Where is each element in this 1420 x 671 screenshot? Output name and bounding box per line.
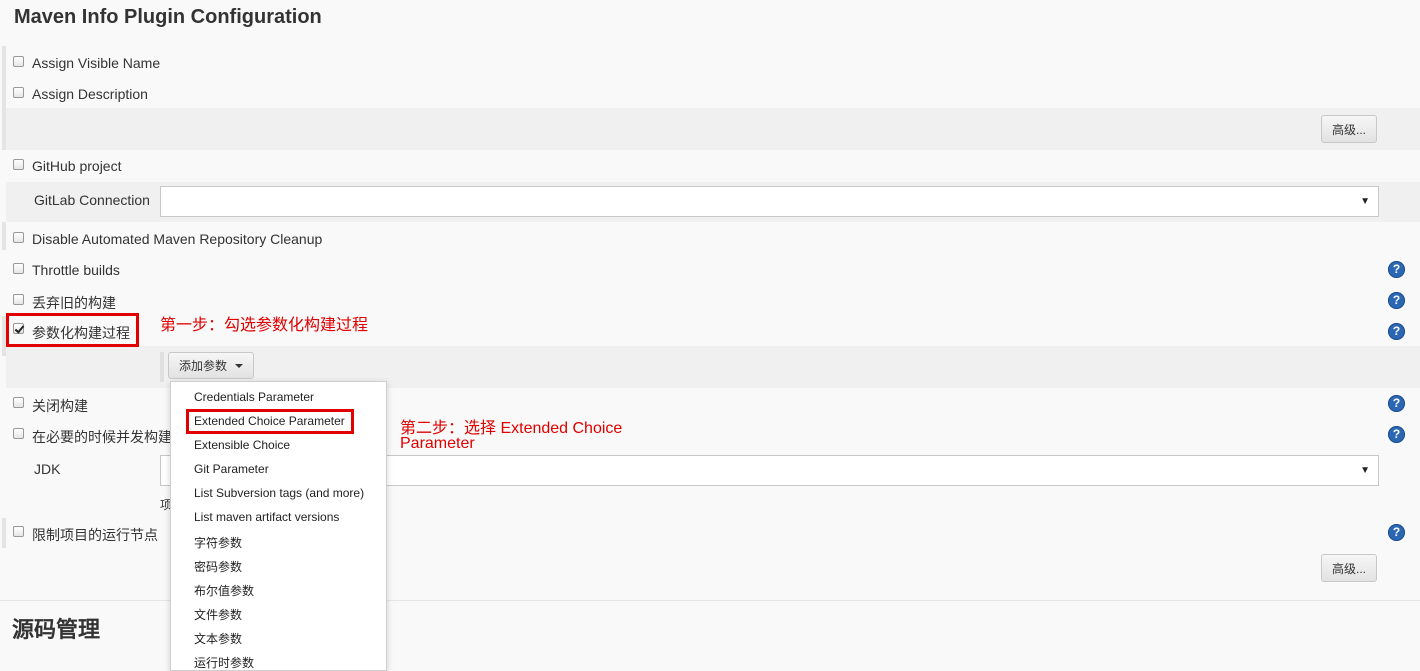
disable-maven-cleanup-checkbox[interactable] bbox=[13, 232, 24, 243]
help-icon[interactable]: ? bbox=[1388, 261, 1405, 278]
menu-item-maven-artifacts[interactable]: List maven artifact versions bbox=[194, 510, 339, 524]
parameterized-label: 参数化构建过程 bbox=[32, 325, 130, 341]
github-project-checkbox[interactable] bbox=[13, 159, 24, 170]
jdk-label: JDK bbox=[34, 461, 61, 477]
help-icon[interactable]: ? bbox=[1388, 292, 1405, 309]
caret-down-icon bbox=[235, 363, 244, 368]
menu-item-string-param[interactable]: 字符参数 bbox=[194, 534, 242, 551]
github-project-label: GitHub project bbox=[32, 158, 122, 174]
advanced-button[interactable]: 高级... bbox=[1321, 554, 1377, 582]
restrict-node-checkbox[interactable] bbox=[13, 526, 24, 537]
help-icon[interactable]: ? bbox=[1388, 323, 1405, 340]
menu-item-credentials[interactable]: Credentials Parameter bbox=[194, 390, 314, 404]
discard-old-builds-checkbox[interactable] bbox=[13, 294, 24, 305]
assign-description-checkbox[interactable] bbox=[13, 87, 24, 98]
advanced-row bbox=[6, 108, 1420, 150]
menu-item-runtime-param[interactable]: 运行时参数 bbox=[194, 654, 254, 671]
disable-build-checkbox[interactable] bbox=[13, 397, 24, 408]
throttle-builds-label: Throttle builds bbox=[32, 262, 120, 278]
step1-annotation: 第一步：勾选参数化构建过程 bbox=[160, 317, 369, 334]
menu-item-boolean-param[interactable]: 布尔值参数 bbox=[194, 582, 254, 599]
section-title: 源码管理 bbox=[12, 617, 101, 642]
gitlab-connection-select[interactable]: ▼ bbox=[160, 186, 1379, 217]
assign-visible-name-label: Assign Visible Name bbox=[32, 55, 161, 71]
restrict-node-label: 限制项目的运行节点 bbox=[32, 527, 158, 543]
chevron-down-icon: ▼ bbox=[1360, 465, 1370, 476]
menu-item-file-param[interactable]: 文件参数 bbox=[194, 606, 242, 623]
menu-item-extensible-choice[interactable]: Extensible Choice bbox=[194, 438, 290, 452]
left-bar bbox=[2, 518, 6, 548]
help-icon[interactable]: ? bbox=[1388, 395, 1405, 412]
add-param-dropdown: Credentials Parameter Extended Choice Pa… bbox=[170, 381, 387, 671]
disable-maven-cleanup-label: Disable Automated Maven Repository Clean… bbox=[32, 231, 323, 247]
concurrent-builds-checkbox[interactable] bbox=[13, 428, 24, 439]
left-bar bbox=[2, 222, 6, 250]
help-icon[interactable]: ? bbox=[1388, 524, 1405, 541]
disable-build-label: 关闭构建 bbox=[32, 398, 88, 414]
param-bar bbox=[160, 352, 164, 382]
parameterized-checkbox[interactable] bbox=[13, 323, 24, 334]
advanced-button[interactable]: 高级... bbox=[1321, 115, 1377, 143]
menu-item-git-parameter[interactable]: Git Parameter bbox=[194, 462, 269, 476]
page-title: Maven Info Plugin Configuration bbox=[14, 6, 322, 28]
assign-visible-name-checkbox[interactable] bbox=[13, 56, 24, 67]
add-param-label: 添加参数 bbox=[179, 359, 228, 373]
menu-item-extended-choice[interactable]: Extended Choice Parameter bbox=[194, 414, 345, 428]
menu-item-text-param[interactable]: 文本参数 bbox=[194, 630, 242, 647]
chevron-down-icon: ▼ bbox=[1360, 196, 1370, 207]
menu-item-list-svn-tags[interactable]: List Subversion tags (and more) bbox=[194, 486, 364, 500]
concurrent-builds-label: 在必要的时候并发构建 bbox=[32, 429, 172, 445]
step2-annotation-line2: Parameter bbox=[400, 435, 475, 452]
throttle-builds-checkbox[interactable] bbox=[13, 263, 24, 274]
gitlab-connection-label: GitLab Connection bbox=[34, 192, 150, 208]
menu-item-password-param[interactable]: 密码参数 bbox=[194, 558, 242, 575]
help-icon[interactable]: ? bbox=[1388, 426, 1405, 443]
assign-description-label: Assign Description bbox=[32, 86, 148, 102]
add-param-button[interactable]: 添加参数 bbox=[168, 352, 255, 379]
discard-old-builds-label: 丢弃旧的构建 bbox=[32, 295, 116, 311]
